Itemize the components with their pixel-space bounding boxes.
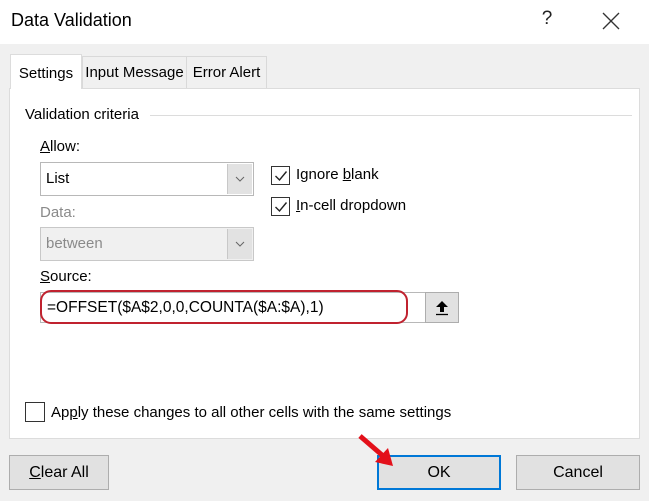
source-label: Source: [40,268,92,285]
clear-all-text: lear All [40,464,89,481]
ignore-blank-text-end: lank [351,166,379,183]
in-cell-dropdown-checkbox[interactable] [271,197,290,216]
help-button[interactable]: ? [537,8,557,30]
ignore-blank-text: Ignore [296,166,343,183]
data-dropdown[interactable]: between [40,227,254,261]
allow-label-text: llow: [50,138,81,155]
collapse-dialog-button[interactable] [425,292,459,323]
group-divider [150,115,632,116]
chevron-down-icon [235,176,245,182]
validation-criteria-label: Validation criteria [25,106,145,123]
annotation-arrow-icon [358,434,393,466]
close-button[interactable] [598,8,624,34]
apply-all-checkbox[interactable] [25,402,45,422]
ignore-blank-checkbox[interactable] [271,166,290,185]
settings-panel [9,88,640,439]
apply-all-text: Ap [51,404,70,421]
cancel-button[interactable]: Cancel [516,455,640,490]
allow-label: Allow: [40,138,80,155]
checkmark-icon [275,202,288,213]
data-label: Data: [40,204,76,221]
close-icon [602,12,620,30]
clear-all-hotkey: C [29,464,41,481]
ignore-blank-label: Ignore blank [296,166,379,183]
tab-settings[interactable]: Settings [10,54,82,89]
data-dropdown-arrow[interactable] [227,229,252,259]
in-cell-text: n-cell dropdown [300,197,407,214]
ignore-blank-hotkey: b [342,166,352,183]
allow-hotkey: A [40,138,51,155]
checkmark-icon [275,171,288,182]
data-value: between [46,235,103,252]
tab-input-message[interactable]: Input Message [82,56,187,88]
tab-error-alert[interactable]: Error Alert [186,56,267,88]
allow-value: List [46,170,70,187]
allow-dropdown-arrow[interactable] [227,164,252,194]
apply-all-text-end: ly these changes to all other cells with… [77,404,452,421]
source-label-text: ource: [50,268,92,285]
annotation-highlight-oval [40,290,408,324]
apply-all-hotkey: p [69,404,78,421]
dialog-title: Data Validation [11,10,132,30]
clear-all-button[interactable]: Clear All [9,455,109,490]
in-cell-dropdown-label: In-cell dropdown [296,197,406,214]
arrow-up-icon [436,301,448,316]
apply-all-label: Apply these changes to all other cells w… [51,404,451,421]
allow-dropdown[interactable]: List [40,162,254,196]
source-hotkey: S [40,268,51,285]
chevron-down-icon [235,241,245,247]
